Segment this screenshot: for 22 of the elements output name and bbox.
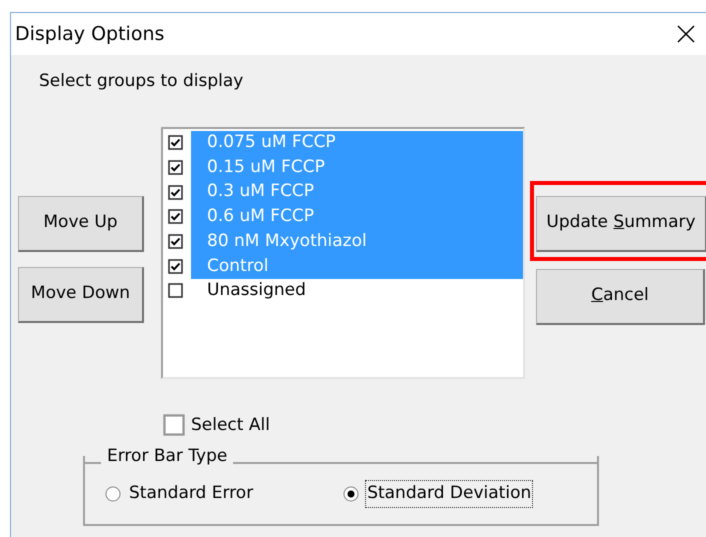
checkbox[interactable]: [168, 135, 183, 150]
move-button[interactable]: Move Down: [18, 266, 144, 322]
checkbox[interactable]: [168, 209, 183, 224]
group-item[interactable]: Unassigned: [191, 278, 523, 304]
checkbox[interactable]: [168, 258, 183, 274]
radio-button[interactable]: [343, 486, 360, 502]
checkbox[interactable]: [168, 160, 183, 176]
checkbox-label: Select All: [191, 414, 270, 436]
cancel-button[interactable]: Cancel: [536, 268, 705, 324]
radio-button[interactable]: [105, 486, 121, 502]
checkbox[interactable]: [168, 234, 183, 250]
radio-label: Standard Error: [128, 482, 254, 505]
move-button[interactable]: Move Up: [18, 196, 144, 252]
radio-label: Standard Deviation: [365, 480, 534, 508]
window-title: Display Options: [15, 22, 164, 47]
group-legend: Error Bar Type: [101, 444, 234, 470]
group-list[interactable]: 0.075 uM FCCP 0.15 uM FCCP 0.3 uM FCCP 0.6 uM FCCP 80 nM Mxyothiazol Control Unassigned: [161, 126, 525, 378]
checkbox[interactable]: [168, 184, 183, 200]
checkbox[interactable]: [163, 414, 185, 436]
checkbox[interactable]: [168, 283, 183, 298]
prompt-label: Select groups to display: [39, 70, 244, 93]
update-button[interactable]: Update Summary: [536, 196, 706, 252]
